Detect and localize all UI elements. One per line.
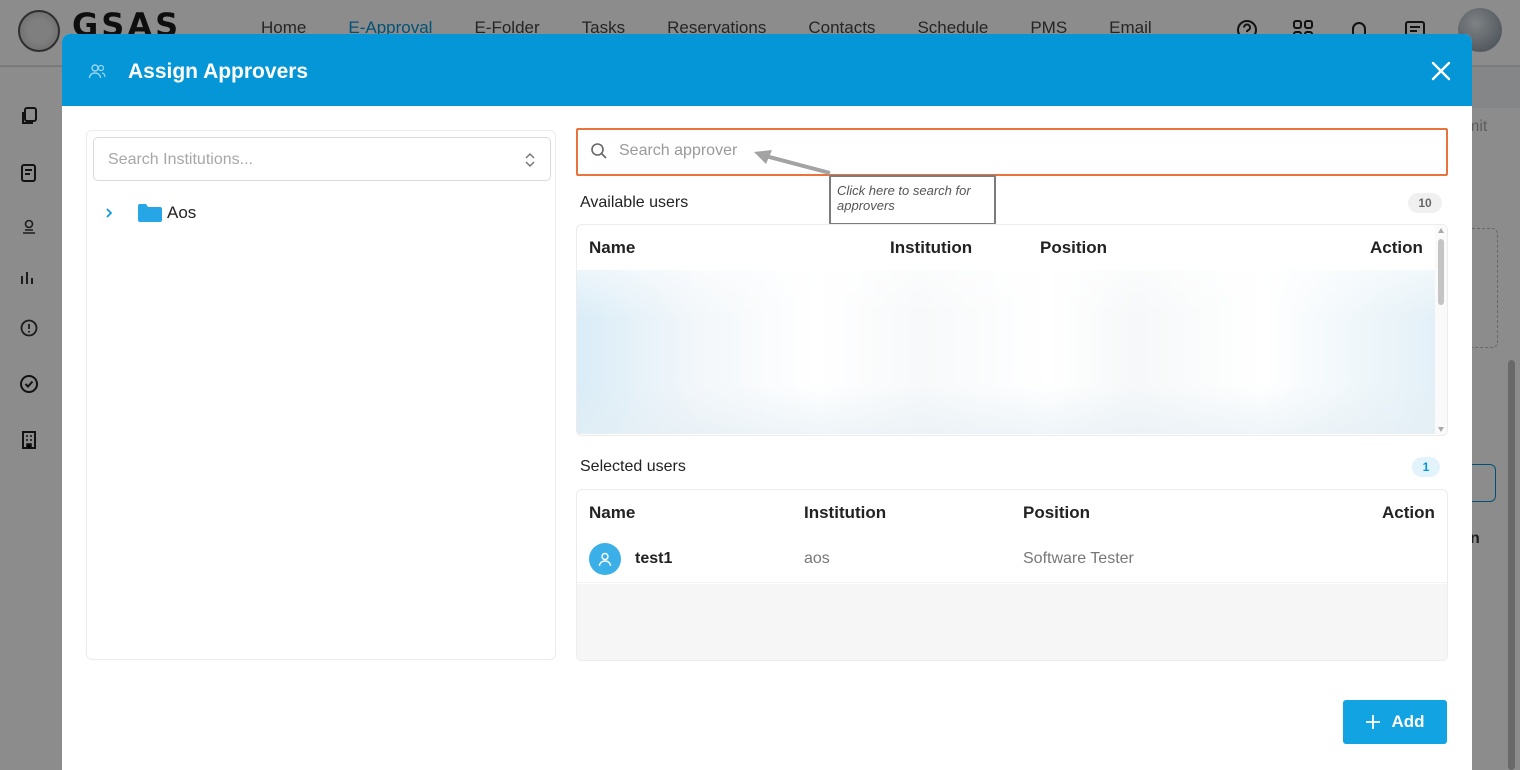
approver-search-placeholder: Search approver [619,142,738,159]
user-icon [598,552,612,567]
chevron-right-icon[interactable] [103,207,115,219]
selected-users-table: Name Institution Position Action test1 a… [576,489,1448,661]
search-icon [591,143,607,159]
column-position[interactable]: Position [1040,238,1107,258]
selected-users-count: 1 [1412,457,1440,477]
selected-users-title: Selected users [580,458,686,475]
sort-icon [525,152,535,168]
modal-header: Assign Approvers [62,34,1472,106]
tree-node-label: Aos [167,203,197,222]
add-button-label: Add [1391,712,1425,731]
table-row[interactable]: test1 aos Software Tester [577,535,1447,583]
modal-title: Assign Approvers [128,60,309,83]
column-institution[interactable]: Institution [890,238,972,258]
close-icon[interactable] [1430,60,1452,82]
approver-search-input[interactable]: Search approver [576,128,1448,176]
available-users-count: 10 [1408,193,1442,213]
blurred-user-rows [577,270,1435,434]
institution-search-placeholder: Search Institutions... [108,151,253,168]
table-empty-space [577,584,1447,660]
available-users-title: Available users [580,194,689,211]
folder-icon [138,204,162,222]
users-icon [88,64,106,79]
user-position: Software Tester [1023,550,1134,567]
plus-icon [1366,715,1381,729]
tree-node-aos[interactable]: Aos [103,199,196,227]
add-button[interactable]: Add [1343,700,1447,744]
available-users-table: Name Institution Position Action [576,224,1448,436]
column-name[interactable]: Name [589,503,635,523]
table-header: Name Institution Position Action [577,225,1447,269]
annotation-callout: Click here to search for approvers [829,175,996,225]
user-institution: aos [804,550,830,567]
table-header: Name Institution Position Action [577,490,1447,534]
user-name: test1 [635,550,673,567]
column-action: Action [1382,503,1435,522]
column-action: Action [1370,238,1423,257]
column-name[interactable]: Name [589,238,635,258]
avatar [589,543,621,575]
table-scrollbar[interactable] [1435,225,1447,435]
institution-search-select[interactable]: Search Institutions... [93,137,551,181]
column-institution[interactable]: Institution [804,503,886,523]
assign-approvers-modal: Assign Approvers Search Institutions... … [62,34,1472,770]
institutions-panel: Search Institutions... Aos [86,130,556,660]
column-position[interactable]: Position [1023,503,1090,523]
